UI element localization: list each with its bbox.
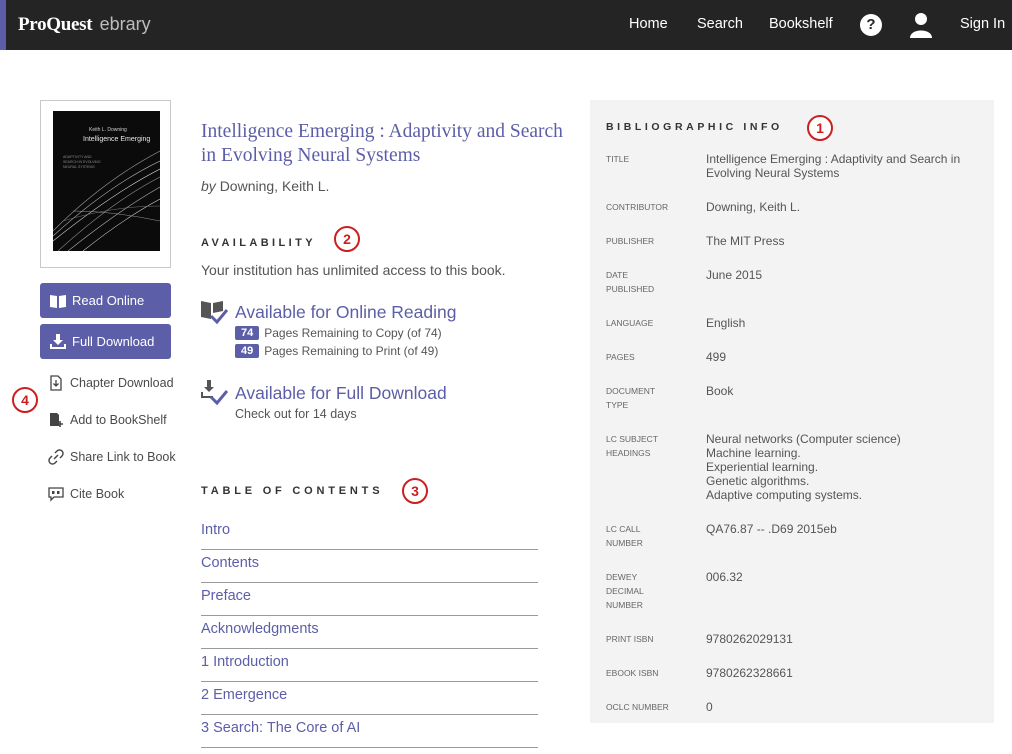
copy-count-badge: 74: [235, 326, 260, 340]
cover-subtitle: ADAPTIVITY AND SEARCH IN EVOLVING NEURAL…: [63, 155, 101, 169]
add-to-bookshelf-label: Add to BookShelf: [70, 413, 167, 427]
book-cover-frame[interactable]: Keith L. Downing Intelligence Emerging A…: [40, 100, 171, 268]
book-open-icon: [50, 294, 66, 308]
toc-item[interactable]: 2 Emergence: [201, 682, 538, 715]
nav-search-link[interactable]: Search: [697, 16, 743, 32]
biblio-value-lc-call: QA76.87 -- .D69 2015eb: [706, 522, 837, 536]
byline-prefix: by: [201, 178, 216, 194]
biblio-label-ebook-isbn: EBOOK ISBN: [606, 668, 659, 678]
biblio-value-oclc: 0: [706, 700, 713, 714]
annotation-marker-4: 4: [12, 387, 38, 413]
biblio-value-contributor[interactable]: Downing, Keith L.: [706, 200, 976, 214]
book-title: Intelligence Emerging : Adaptivity and S…: [201, 121, 563, 166]
biblio-label-doctype: DOCUMENT TYPE: [606, 386, 655, 410]
biblio-value-subjects[interactable]: Neural networks (Computer science) Machi…: [706, 432, 976, 502]
nav-bookshelf-link[interactable]: Bookshelf: [769, 16, 833, 32]
brand-subname: ebrary: [99, 14, 151, 34]
biblio-value-doctype: Book: [706, 384, 734, 398]
biblio-label-subjects: LC SUBJECT HEADINGS: [606, 434, 658, 458]
biblio-label-lc-call: LC CALL NUMBER: [606, 524, 643, 548]
link-icon: [48, 449, 64, 465]
cover-title: Intelligence Emerging: [83, 136, 151, 143]
annotation-marker-3: 3: [402, 478, 428, 504]
biblio-value-ebook-isbn: 9780262328661: [706, 666, 793, 680]
biblio-label-oclc: OCLC NUMBER: [606, 702, 669, 712]
read-online-label: Read Online: [72, 293, 145, 308]
cite-book-link[interactable]: Cite Book: [48, 486, 124, 502]
print-remaining-text: Pages Remaining to Print (of 49): [264, 344, 439, 358]
checkout-period: Check out for 14 days: [235, 407, 357, 421]
add-to-bookshelf-link[interactable]: Add to BookShelf: [48, 412, 167, 428]
full-download-label: Full Download: [72, 334, 155, 349]
brand-name: ProQuest: [18, 14, 93, 35]
biblio-label-publisher: PUBLISHER: [606, 236, 655, 246]
toc-item[interactable]: 3 Search: The Core of AI: [201, 715, 538, 748]
add-bookshelf-icon: [50, 413, 63, 427]
biblio-label-pages: PAGES: [606, 352, 635, 362]
biblio-label-print-isbn: PRINT ISBN: [606, 634, 654, 644]
cite-book-label: Cite Book: [70, 487, 125, 501]
full-download-available-icon: [201, 380, 228, 406]
cite-quote-icon: [48, 487, 64, 502]
biblio-label-dewey: DEWEY DECIMAL NUMBER: [606, 572, 644, 610]
biblio-label-contributor: CONTRIBUTOR: [606, 202, 669, 212]
biblio-value-title: Intelligence Emerging : Adaptivity and S…: [706, 152, 961, 180]
user-icon[interactable]: [909, 12, 933, 38]
biblio-label-language: LANGUAGE: [606, 318, 654, 328]
chapter-download-icon: [50, 375, 62, 391]
toc-item[interactable]: 1 Introduction: [201, 649, 538, 682]
toc-item[interactable]: Intro: [201, 517, 538, 550]
biblio-value-dewey: 006.32: [706, 570, 743, 584]
online-reading-icon: [201, 301, 228, 325]
availability-heading: AVAILABILITY: [201, 237, 316, 249]
read-online-button[interactable]: Read Online: [40, 283, 171, 318]
annotation-marker-1: 1: [807, 115, 833, 141]
book-byline: by Downing, Keith L.: [201, 178, 329, 194]
annotation-marker-2: 2: [334, 226, 360, 252]
copy-remaining-row: 74 Pages Remaining to Copy (of 74): [235, 326, 442, 340]
toc-heading: TABLE OF CONTENTS: [201, 485, 384, 497]
nav-home-link[interactable]: Home: [629, 16, 668, 32]
sign-in-link[interactable]: Sign In: [960, 16, 1005, 32]
biblio-value-publisher[interactable]: The MIT Press: [706, 234, 976, 248]
toc-item[interactable]: Acknowledgments: [201, 616, 538, 649]
chapter-download-link[interactable]: Chapter Download: [48, 375, 174, 391]
biblio-heading: BIBLIOGRAPHIC INFO: [606, 121, 783, 133]
print-count-badge: 49: [235, 344, 260, 358]
full-download-button[interactable]: Full Download: [40, 324, 171, 359]
download-icon: [50, 334, 66, 349]
access-statement: Your institution has unlimited access to…: [201, 262, 506, 278]
online-reading-title: Available for Online Reading: [235, 302, 457, 322]
cover-author: Keith L. Downing: [89, 127, 127, 133]
biblio-value-print-isbn: 9780262029131: [706, 632, 793, 646]
book-author-link[interactable]: Downing, Keith L.: [220, 178, 330, 194]
share-link-to-book[interactable]: Share Link to Book: [48, 449, 176, 465]
biblio-value-date: June 2015: [706, 268, 763, 282]
biblio-label-title: TITLE: [606, 154, 630, 164]
biblio-label-date: DATE PUBLISHED: [606, 270, 655, 294]
chapter-download-label: Chapter Download: [70, 376, 174, 390]
brand-logo[interactable]: ProQuest ebrary: [18, 14, 151, 36]
print-remaining-row: 49 Pages Remaining to Print (of 49): [235, 344, 438, 358]
toc-item[interactable]: Contents: [201, 550, 538, 583]
biblio-value-language: English: [706, 316, 746, 330]
help-icon[interactable]: ?: [860, 14, 882, 36]
toc-item[interactable]: Preface: [201, 583, 538, 616]
share-link-label: Share Link to Book: [70, 450, 176, 464]
copy-remaining-text: Pages Remaining to Copy (of 74): [264, 326, 442, 340]
book-cover-image: Keith L. Downing Intelligence Emerging A…: [53, 111, 160, 251]
full-download-title: Available for Full Download: [235, 383, 447, 403]
biblio-value-pages: 499: [706, 350, 727, 364]
bibliographic-info-panel: BIBLIOGRAPHIC INFO TITLE Intelligence Em…: [590, 100, 994, 723]
